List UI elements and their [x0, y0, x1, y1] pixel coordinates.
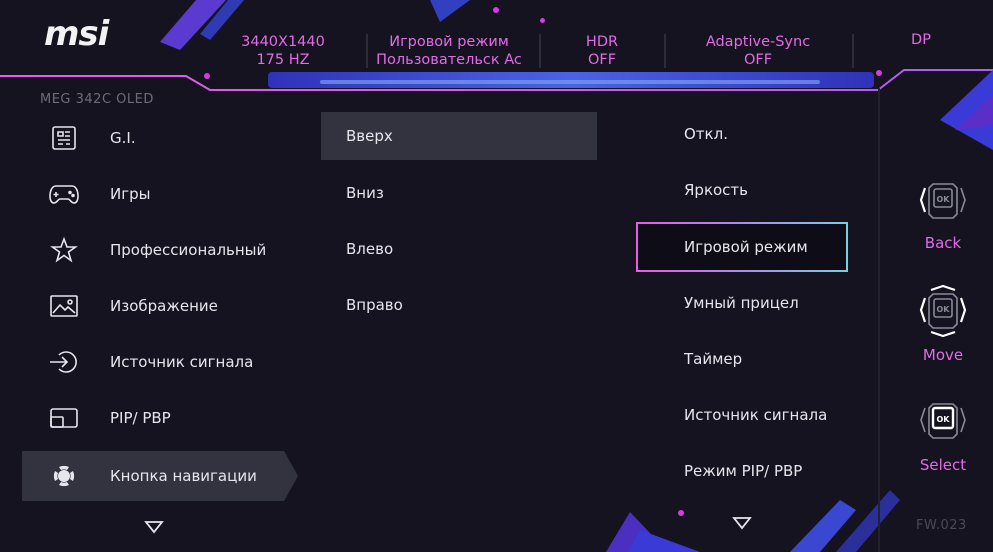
svg-text:OK: OK [937, 415, 951, 424]
game-mode-title: Игровой режим [389, 34, 509, 50]
input-value: DP [911, 32, 931, 48]
scroll-down-arrow-icon[interactable] [732, 516, 752, 534]
adaptive-sync-status: Adaptive-Sync OFF [700, 33, 816, 69]
decor-dot [678, 510, 684, 516]
menu-item-professional[interactable]: Профессиональный [22, 225, 284, 275]
nav-move-label: Move [922, 346, 964, 364]
gaming-intelligence-icon [48, 124, 80, 152]
msi-logo: msi [44, 14, 109, 54]
status-separator [852, 34, 854, 68]
menu-item-gaming[interactable]: Игры [22, 169, 284, 219]
submenu-item-right[interactable]: Вправо [321, 281, 597, 329]
osd-menu: msi 3440X1440 175 HZ Игровой режим Польз… [0, 0, 993, 552]
star-icon [48, 236, 80, 264]
header-bar: msi 3440X1440 175 HZ Игровой режим Польз… [0, 0, 993, 88]
submenu-item-down[interactable]: Вниз [321, 169, 597, 217]
option-game-mode[interactable]: Игровой режим [636, 222, 848, 272]
adaptive-sync-title: Adaptive-Sync [705, 34, 811, 50]
hdr-status: HDR OFF [564, 33, 640, 69]
status-separator [664, 34, 666, 68]
input-source-icon [48, 348, 80, 376]
option-pip-pbp-mode[interactable]: Режим PIP/ PBP [636, 446, 848, 496]
nav-back-label: Back [924, 234, 962, 252]
option-off[interactable]: Откл. [636, 109, 848, 159]
nav-select-label: Select [919, 456, 967, 474]
menu-item-label: PIP/ PBP [110, 409, 171, 427]
menu-item-pip-pbp[interactable]: PIP/ PBP [22, 393, 284, 443]
submenu-item-left[interactable]: Влево [321, 225, 597, 273]
menu-item-label: Игры [110, 185, 151, 203]
joystick-move-icon: OK [916, 284, 970, 342]
input-status: DP [896, 31, 946, 49]
resolution-value: 3440X1440 [241, 34, 325, 50]
svg-text:OK: OK [937, 195, 951, 204]
pip-icon [48, 404, 80, 432]
option-smart-crosshair[interactable]: Умный прицел [636, 278, 848, 328]
refresh-value: 175 HZ [256, 52, 310, 68]
option-input-source[interactable]: Источник сигнала [636, 390, 848, 440]
menu-item-label: Кнопка навигации [110, 467, 257, 485]
status-separator [539, 34, 541, 68]
resolution-status: 3440X1440 175 HZ [228, 33, 338, 69]
menu-item-gi[interactable]: G.I. [22, 113, 284, 163]
firmware-version: FW.023 [916, 518, 967, 533]
image-icon [48, 292, 80, 320]
joystick-select-icon: OK [916, 403, 970, 452]
model-name: MEG 342C OLED [40, 92, 154, 107]
menu-item-label: G.I. [110, 129, 136, 147]
menu-item-image[interactable]: Изображение [22, 281, 284, 331]
adaptive-sync-value: OFF [743, 52, 773, 68]
svg-text:OK: OK [937, 305, 951, 314]
nav-select-hint: OK Select [914, 398, 972, 474]
navigation-button-icon [48, 462, 80, 490]
menu-item-navigation-button[interactable]: Кнопка навигации [22, 451, 298, 501]
menu-item-label: Источник сигнала [110, 353, 254, 371]
option-brightness[interactable]: Яркость [636, 165, 848, 215]
joystick-back-icon: OK [916, 183, 970, 230]
menu-item-input-source[interactable]: Источник сигнала [22, 337, 284, 387]
menu-item-label: Изображение [110, 297, 218, 315]
scroll-down-arrow-icon[interactable] [144, 520, 164, 538]
nav-back-hint: OK Back [914, 176, 972, 252]
status-separator [366, 34, 368, 68]
gamepad-icon [48, 180, 80, 208]
hdr-title: HDR [585, 34, 619, 50]
menu-item-label: Профессиональный [110, 241, 267, 259]
game-mode-value: Пользовательск Ac [376, 52, 522, 68]
option-timer[interactable]: Таймер [636, 334, 848, 384]
nav-move-hint: OK Move [914, 284, 972, 364]
hdr-value: OFF [587, 52, 617, 68]
column-divider [878, 88, 880, 552]
submenu-item-up[interactable]: Вверх [321, 112, 597, 160]
game-mode-status: Игровой режим Пользовательск Ac [374, 33, 524, 69]
